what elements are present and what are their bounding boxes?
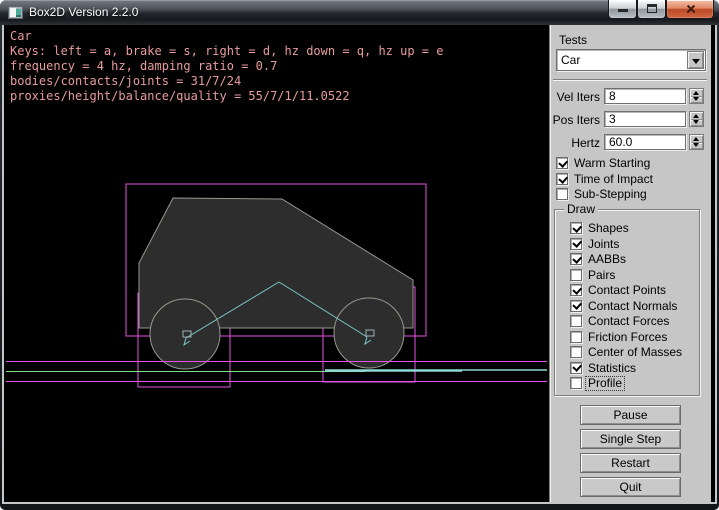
hertz-stepper[interactable]	[689, 134, 704, 150]
quit-button[interactable]: Quit	[580, 477, 681, 497]
spinner-up-icon	[693, 114, 699, 118]
checkbox-label: Center of Masses	[588, 346, 682, 359]
checkbox-label: Contact Forces	[588, 315, 669, 328]
pos-iters-row: Pos Iters 3	[550, 111, 712, 127]
checkbox-box[interactable]	[570, 362, 582, 374]
spinner-up-icon	[693, 137, 699, 141]
spinner-up-icon	[693, 91, 699, 95]
checkbox-label: AABBs	[588, 253, 626, 266]
minimize-icon	[618, 9, 628, 12]
vel-iters-stepper[interactable]	[689, 88, 704, 104]
maximize-button[interactable]	[637, 0, 666, 19]
pause-button[interactable]: Pause	[580, 405, 681, 425]
tests-label: Tests	[559, 33, 587, 47]
checkbox-box[interactable]	[570, 253, 582, 265]
test-name-text: Car	[10, 29, 443, 44]
vel-iters-label: Vel Iters	[550, 90, 600, 104]
checkbox-label: Statistics	[588, 362, 636, 375]
vel-iters-input[interactable]: 8	[604, 88, 686, 104]
separator	[553, 79, 707, 81]
checkbox-label: Sub-Stepping	[574, 188, 647, 201]
pos-iters-stepper[interactable]	[689, 111, 704, 127]
tests-dropdown[interactable]: Car	[556, 49, 706, 71]
tests-dropdown-value: Car	[561, 52, 580, 68]
keys-help-text: Keys: left = a, brake = s, right = d, hz…	[10, 44, 443, 59]
checkbox-label: Contact Points	[588, 284, 666, 297]
checkbox-label: Shapes	[588, 222, 629, 235]
draw-group-label: Draw	[564, 203, 598, 216]
pos-iters-input[interactable]: 3	[604, 111, 686, 127]
checkbox-box[interactable]	[570, 315, 582, 327]
app-window: Box2D Version 2.2.0 Car Keys: left = a, …	[0, 0, 719, 510]
frequency-text: frequency = 4 hz, damping ratio = 0.7	[10, 59, 443, 74]
checkbox-box[interactable]	[570, 269, 582, 281]
app-icon	[8, 6, 23, 19]
checkbox-box[interactable]	[570, 222, 582, 234]
checkbox-label: Time of Impact	[574, 173, 653, 186]
minimize-button[interactable]	[608, 0, 637, 19]
checkbox-label: Contact Normals	[588, 300, 677, 313]
checkbox-box[interactable]	[570, 300, 582, 312]
checkbox-box[interactable]	[570, 346, 582, 358]
control-panel: Tests Car Vel Iters 8 Pos Iters 3 Hertz …	[549, 25, 711, 502]
stats-text: bodies/contacts/joints = 31/7/24	[10, 74, 443, 89]
hertz-label: Hertz	[550, 136, 600, 150]
close-button[interactable]	[666, 0, 714, 19]
proxy-stats-text: proxies/height/balance/quality = 55/7/1/…	[10, 89, 443, 104]
restart-button[interactable]: Restart	[580, 453, 681, 473]
client-area: Car Keys: left = a, brake = s, right = d…	[4, 25, 715, 502]
checkbox-box[interactable]	[556, 157, 568, 169]
checkbox-box[interactable]	[570, 284, 582, 296]
close-icon	[685, 3, 697, 15]
checkbox-label: Joints	[588, 238, 619, 251]
window-title: Box2D Version 2.2.0	[29, 0, 138, 25]
single-step-button[interactable]: Single Step	[580, 429, 681, 449]
chevron-down-icon	[692, 59, 700, 64]
checkbox-box[interactable]	[570, 377, 582, 389]
draw-groupbox: Draw Shapes Joints AABBs Pairs	[554, 209, 700, 396]
simulation-canvas[interactable]: Car Keys: left = a, brake = s, right = d…	[4, 25, 549, 502]
checkbox-box[interactable]	[570, 331, 582, 343]
checkbox-label: Profile	[586, 377, 624, 390]
titlebar[interactable]: Box2D Version 2.2.0	[0, 0, 719, 25]
vel-iters-row: Vel Iters 8	[550, 88, 712, 104]
spinner-down-icon	[693, 97, 699, 101]
checkbox-box[interactable]	[556, 173, 568, 185]
checkbox-label: Pairs	[588, 269, 615, 282]
checkbox-box[interactable]	[556, 188, 568, 200]
checkbox-label: Warm Starting	[574, 157, 650, 170]
spinner-down-icon	[693, 143, 699, 147]
maximize-icon	[647, 4, 657, 13]
debug-text: Car Keys: left = a, brake = s, right = d…	[10, 29, 443, 104]
hertz-row: Hertz 60.0	[550, 134, 712, 150]
hertz-input[interactable]: 60.0	[604, 134, 686, 150]
tests-dropdown-button[interactable]	[687, 51, 704, 69]
checkbox-box[interactable]	[570, 238, 582, 250]
checkbox-label: Friction Forces	[588, 331, 667, 344]
pos-iters-label: Pos Iters	[550, 113, 600, 127]
spinner-down-icon	[693, 120, 699, 124]
